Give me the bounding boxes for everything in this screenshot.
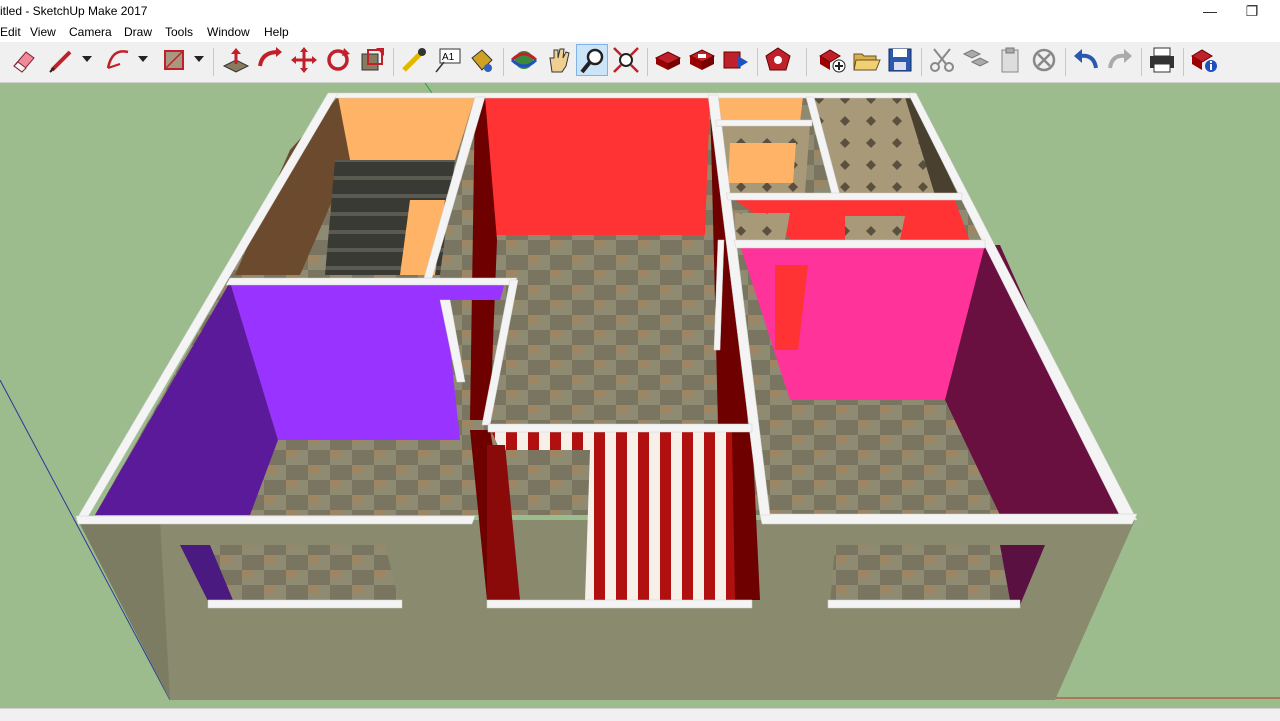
toolbar-separator xyxy=(757,48,758,76)
toolbar-separator xyxy=(393,48,394,76)
move-icon[interactable] xyxy=(288,44,320,76)
toolbar-separator xyxy=(806,48,807,76)
paint-bucket-icon[interactable] xyxy=(466,44,498,76)
delete-icon[interactable] xyxy=(1028,44,1060,76)
toolbar-separator xyxy=(1141,48,1142,76)
copy-icon[interactable] xyxy=(960,44,992,76)
status-bar xyxy=(0,708,1280,721)
new-file-icon[interactable] xyxy=(816,44,848,76)
menu-draw[interactable]: Draw xyxy=(124,25,152,39)
arc-icon[interactable] xyxy=(102,44,134,76)
warehouse-icon[interactable] xyxy=(652,44,684,76)
window-title: itled - SketchUp Make 2017 xyxy=(0,4,148,18)
menu-window[interactable]: Window xyxy=(207,25,250,39)
model-viewport[interactable] xyxy=(0,83,1280,708)
open-folder-icon[interactable] xyxy=(850,44,882,76)
text-icon[interactable]: A1 xyxy=(432,44,464,76)
title-bar: itled - SketchUp Make 2017 — ❐ xyxy=(0,0,1280,22)
eraser-icon[interactable] xyxy=(8,44,40,76)
house-model xyxy=(0,83,1280,701)
undo-icon[interactable] xyxy=(1070,44,1102,76)
pencil-icon[interactable] xyxy=(46,44,78,76)
tape-measure-icon[interactable] xyxy=(398,44,430,76)
menu-edit[interactable]: Edit xyxy=(0,25,21,39)
restore-button[interactable]: ❐ xyxy=(1232,0,1272,22)
toolbar-separator xyxy=(503,48,504,76)
cut-icon[interactable] xyxy=(926,44,958,76)
orbit-icon[interactable] xyxy=(508,44,540,76)
model-info-icon[interactable] xyxy=(1188,44,1220,76)
share-component-icon[interactable] xyxy=(720,44,752,76)
save-icon[interactable] xyxy=(884,44,916,76)
svg-text:A1: A1 xyxy=(442,52,455,63)
menu-help[interactable]: Help xyxy=(264,25,289,39)
paste-icon[interactable] xyxy=(994,44,1026,76)
zoom-extents-icon[interactable] xyxy=(610,44,642,76)
zoom-icon[interactable] xyxy=(576,44,608,76)
push-pull-icon[interactable] xyxy=(220,44,252,76)
toolbar-separator xyxy=(213,48,214,76)
pan-icon[interactable] xyxy=(542,44,574,76)
chevron-down-icon[interactable] xyxy=(82,56,92,62)
extension-warehouse-icon[interactable] xyxy=(762,44,794,76)
rectangle-icon[interactable] xyxy=(158,44,190,76)
toolbar-separator xyxy=(921,48,922,76)
share-model-icon[interactable] xyxy=(686,44,718,76)
redo-icon[interactable] xyxy=(1104,44,1136,76)
toolbar: A1 xyxy=(0,42,1280,83)
chevron-down-icon[interactable] xyxy=(194,56,204,62)
menu-view[interactable]: View xyxy=(30,25,56,39)
toolbar-separator xyxy=(1065,48,1066,76)
toolbar-separator xyxy=(647,48,648,76)
menu-camera[interactable]: Camera xyxy=(69,25,112,39)
print-icon[interactable] xyxy=(1146,44,1178,76)
menu-bar: Edit View Camera Draw Tools Window Help xyxy=(0,22,1280,42)
rotate-icon[interactable] xyxy=(322,44,354,76)
menu-tools[interactable]: Tools xyxy=(165,25,193,39)
chevron-down-icon[interactable] xyxy=(138,56,148,62)
minimize-button[interactable]: — xyxy=(1190,0,1230,22)
follow-me-icon[interactable] xyxy=(254,44,286,76)
toolbar-separator xyxy=(1183,48,1184,76)
scale-icon[interactable] xyxy=(356,44,388,76)
